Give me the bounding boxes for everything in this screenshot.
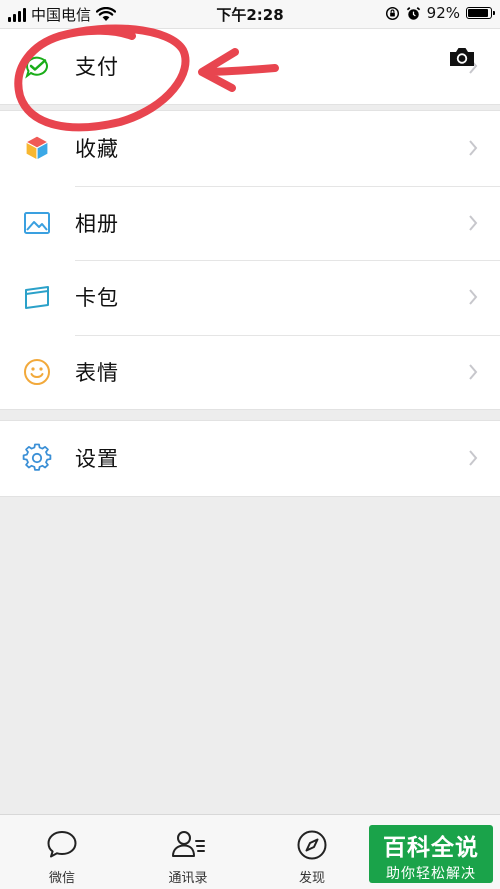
- status-left: 中国电信: [8, 4, 117, 25]
- tab-discover[interactable]: 发现: [262, 815, 362, 889]
- smiley-icon: [24, 358, 50, 385]
- chevron-right-icon: [469, 364, 478, 380]
- watermark-title: 百科全说: [383, 835, 479, 861]
- collection-section: 收藏 相册 卡包 表情: [0, 110, 500, 410]
- menu-item-pay[interactable]: 支付: [0, 29, 500, 104]
- signal-strength-icon: [8, 7, 26, 22]
- alarm-icon: [406, 6, 420, 20]
- menu-item-album[interactable]: 相册: [0, 185, 500, 261]
- menu-item-cards[interactable]: 卡包: [0, 260, 500, 335]
- battery-percent: 92%: [426, 4, 460, 22]
- status-right: 92%: [385, 4, 495, 22]
- menu-item-label: 收藏: [75, 137, 119, 162]
- carrier-name: 中国电信: [31, 6, 92, 24]
- tab-label: 通讯录: [168, 871, 208, 886]
- camera-icon[interactable]: [448, 46, 476, 68]
- menu-item-label: 表情: [75, 360, 119, 385]
- chevron-right-icon: [469, 140, 478, 156]
- watermark-logo: 百科全说 助你轻松解决: [369, 825, 493, 883]
- chat-bubble-icon: [47, 831, 77, 858]
- contacts-icon: [172, 831, 205, 857]
- cube-icon: [25, 135, 49, 161]
- settings-section: 设置: [0, 420, 500, 497]
- orientation-lock-icon: [385, 6, 399, 20]
- pay-section: 支付: [0, 28, 500, 105]
- battery-icon: [466, 7, 495, 19]
- menu-item-label: 支付: [75, 55, 119, 80]
- picture-icon: [24, 211, 50, 234]
- menu-item-favorites[interactable]: 收藏: [0, 111, 500, 186]
- menu-item-stickers[interactable]: 表情: [0, 334, 500, 410]
- tab-contacts[interactable]: 通讯录: [138, 815, 238, 889]
- menu-item-label: 相册: [75, 211, 119, 236]
- chevron-right-icon: [469, 450, 478, 466]
- tab-chats[interactable]: 微信: [12, 815, 112, 889]
- compass-icon: [297, 830, 327, 860]
- gear-icon: [22, 443, 52, 472]
- tab-label: 发现: [298, 871, 325, 886]
- watermark-subtitle: 助你轻松解决: [386, 866, 476, 882]
- wifi-icon: [96, 7, 117, 21]
- chevron-right-icon: [469, 215, 478, 231]
- tab-label: 微信: [48, 871, 75, 886]
- wechat-pay-icon: [25, 56, 48, 79]
- card-wallet-icon: [25, 286, 49, 310]
- menu-item-label: 卡包: [75, 286, 119, 311]
- menu-item-label: 设置: [75, 447, 119, 472]
- menu-item-settings[interactable]: 设置: [0, 421, 500, 496]
- status-bar: 中国电信 下午2:28 92%: [0, 0, 500, 28]
- chevron-right-icon: [469, 289, 478, 305]
